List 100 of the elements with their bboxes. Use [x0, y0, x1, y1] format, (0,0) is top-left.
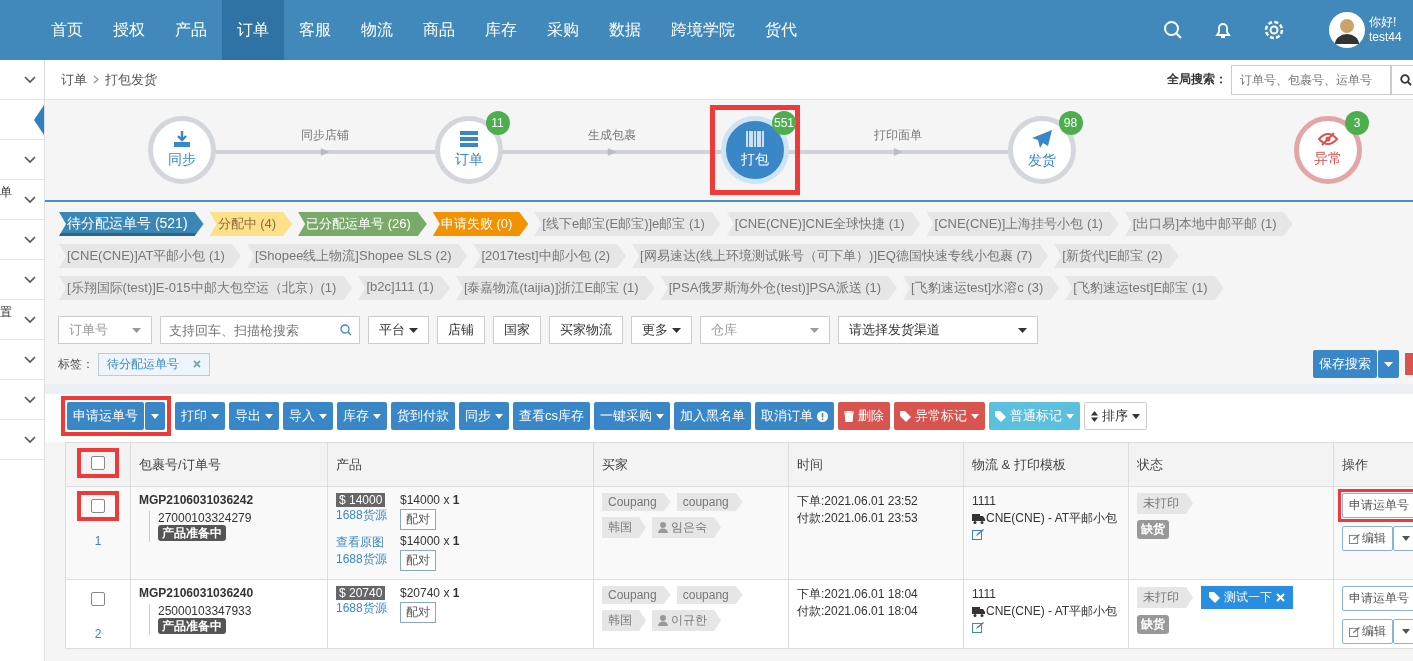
- toolbar-button[interactable]: 导入: [283, 402, 333, 430]
- status-filter-tag[interactable]: 分配中 (4): [209, 212, 293, 236]
- price-tag: $ 14000: [336, 493, 386, 507]
- status-filter-tag[interactable]: [新货代]E邮宝 (2): [1054, 244, 1179, 268]
- price-quantity: $20740 x 1: [400, 586, 460, 600]
- apply-tracking-button[interactable]: 申请运单号: [1342, 586, 1413, 611]
- column-header: 产品: [327, 442, 594, 487]
- workflow-step[interactable]: 同步: [148, 116, 216, 184]
- status-filter-tag[interactable]: 申请失败 (0): [432, 212, 529, 236]
- toolbar-button[interactable]: 货到付款: [391, 402, 455, 430]
- nav-item[interactable]: 客服: [284, 0, 346, 60]
- nav-item[interactable]: 物流: [346, 0, 408, 60]
- nav-item[interactable]: 库存: [470, 0, 532, 60]
- row-checkbox[interactable]: [91, 499, 105, 513]
- save-search-dropdown[interactable]: [1378, 350, 1399, 378]
- status-filter-tag[interactable]: [乐翔国际(test)]E-015中邮大包空运（北京）(1): [59, 276, 353, 300]
- dropdown-toggle[interactable]: [1393, 619, 1413, 644]
- edit-icon[interactable]: [972, 529, 984, 540]
- status-filter-tag[interactable]: 待分配运单号 (521): [59, 212, 204, 236]
- breadcrumb-item[interactable]: 订单: [61, 70, 87, 89]
- row-checkbox[interactable]: [91, 592, 105, 606]
- status-filter-tag[interactable]: [线下e邮宝(E邮宝)]e邮宝 (1): [534, 212, 721, 236]
- dropdown-toggle[interactable]: [1393, 526, 1413, 551]
- source-link[interactable]: 1688货源: [336, 600, 392, 617]
- stock-status-badge: 缺货: [1137, 520, 1169, 539]
- filter-button[interactable]: 平台: [368, 316, 429, 344]
- match-button[interactable]: 配对: [400, 509, 436, 530]
- nav-item[interactable]: 首页: [36, 0, 98, 60]
- remove-icon[interactable]: [1276, 593, 1285, 602]
- toolbar-button[interactable]: 加入黑名单: [674, 402, 751, 430]
- toolbar-button[interactable]: 查看cs库存: [513, 402, 590, 430]
- toolbar-button[interactable]: 同步: [459, 402, 509, 430]
- sidebar-item[interactable]: 置: [0, 300, 44, 340]
- status-filter-tag[interactable]: [出口易]本地中邮平邮 (1): [1124, 212, 1293, 236]
- toolbar-button[interactable]: 普通标记: [989, 402, 1080, 430]
- status-filter-tag[interactable]: [飞豹速运test]水溶c (3): [903, 276, 1060, 300]
- count-badge: 551: [772, 111, 796, 135]
- nav-item[interactable]: 采购: [532, 0, 594, 60]
- search-icon[interactable]: [1163, 20, 1183, 40]
- status-filter-tag[interactable]: [泰嘉物流(taijia)]浙江E邮宝 (1): [455, 276, 655, 300]
- toolbar-button[interactable]: 打印: [175, 402, 225, 430]
- select-all-checkbox[interactable]: [91, 456, 105, 470]
- breadcrumb-item[interactable]: 打包发货: [105, 70, 157, 89]
- source-link[interactable]: 1688货源: [336, 551, 392, 568]
- nav-item[interactable]: 商品: [408, 0, 470, 60]
- tag-chip[interactable]: 待分配运单号: [98, 352, 210, 376]
- status-filter-tag[interactable]: [CNE(CNE)]AT平邮小包 (1): [59, 244, 241, 268]
- status-filter-tag[interactable]: [CNE(CNE)]CNE全球快捷 (1): [726, 212, 921, 236]
- source-link[interactable]: 1688货源: [336, 507, 392, 524]
- edit-button[interactable]: 编辑: [1342, 526, 1393, 551]
- nav-item[interactable]: 货代: [750, 0, 812, 60]
- toolbar-button[interactable]: 取消订单: [755, 402, 834, 430]
- status-filter-tag[interactable]: [CNE(CNE)]上海挂号小包 (1): [926, 212, 1119, 236]
- custom-tag[interactable]: 测试一下: [1201, 586, 1293, 609]
- nav-item[interactable]: 产品: [160, 0, 222, 60]
- view-image-link[interactable]: 查看原图: [336, 534, 392, 551]
- avatar-icon[interactable]: [1329, 12, 1365, 48]
- status-filter-tag[interactable]: [Shopee线上物流]Shopee SLS (2): [246, 244, 468, 268]
- global-search-field[interactable]: 订单号、包裹号、运单号: [1231, 64, 1391, 95]
- search-icon: [340, 324, 352, 336]
- toolbar-button[interactable]: 排序: [1084, 402, 1147, 430]
- toolbar-button[interactable]: 导出: [229, 402, 279, 430]
- chevron-down-icon: [24, 235, 36, 244]
- select-field[interactable]: 订单号: [58, 316, 152, 344]
- chevron-down-icon: [24, 315, 36, 324]
- search-field[interactable]: 支持回车、扫描枪搜索: [160, 316, 360, 344]
- settings-icon[interactable]: [1263, 19, 1285, 41]
- sidebar-item[interactable]: 单: [0, 180, 44, 220]
- toolbar-button[interactable]: 异常标记: [894, 402, 985, 430]
- caret-icon: [672, 327, 681, 333]
- toolbar-button[interactable]: 删除: [838, 402, 890, 430]
- status-filter-tag[interactable]: [网易速达(线上环境测试账号（可下单）)]EQ德国快速专线小包裹 (7): [632, 244, 1049, 268]
- nav-item[interactable]: 订单: [222, 0, 284, 60]
- toolbar-button[interactable]: 一键采购: [594, 402, 670, 430]
- select-field[interactable]: 仓库: [700, 316, 830, 344]
- toolbar-button[interactable]: 申请运单号: [67, 402, 144, 430]
- status-filter-tag[interactable]: [2017test]中邮小包 (2): [473, 244, 627, 268]
- nav-item[interactable]: 跨境学院: [656, 0, 750, 60]
- server-icon: [459, 131, 478, 147]
- status-filter-tag[interactable]: [b2c]111 (1): [358, 276, 450, 300]
- status-filter-tag[interactable]: [飞豹速运test]E邮宝 (1): [1065, 276, 1224, 300]
- dropdown-toggle[interactable]: [145, 402, 165, 430]
- bell-icon[interactable]: [1213, 20, 1233, 40]
- match-button[interactable]: 配对: [400, 602, 436, 623]
- save-search-button[interactable]: 保存搜索: [1313, 350, 1377, 378]
- edit-button[interactable]: 编辑: [1342, 619, 1393, 644]
- edit-icon[interactable]: [972, 622, 984, 633]
- search-button[interactable]: [1391, 64, 1413, 95]
- match-button[interactable]: 配对: [400, 550, 436, 571]
- filter-button[interactable]: 更多: [631, 316, 692, 344]
- toolbar-button[interactable]: 库存: [337, 402, 387, 430]
- filter-button[interactable]: 国家: [493, 316, 541, 344]
- status-filter-tag[interactable]: [PSA俄罗斯海外仓(test)]PSA派送 (1): [660, 276, 898, 300]
- apply-tracking-button[interactable]: 申请运单号: [1342, 493, 1413, 518]
- select-field[interactable]: 请选择发货渠道: [838, 316, 1038, 344]
- nav-item[interactable]: 数据: [594, 0, 656, 60]
- filter-button[interactable]: 店铺: [437, 316, 485, 344]
- nav-item[interactable]: 授权: [98, 0, 160, 60]
- status-filter-tag[interactable]: 已分配运单号 (26): [298, 212, 427, 236]
- filter-button[interactable]: 买家物流: [549, 316, 623, 344]
